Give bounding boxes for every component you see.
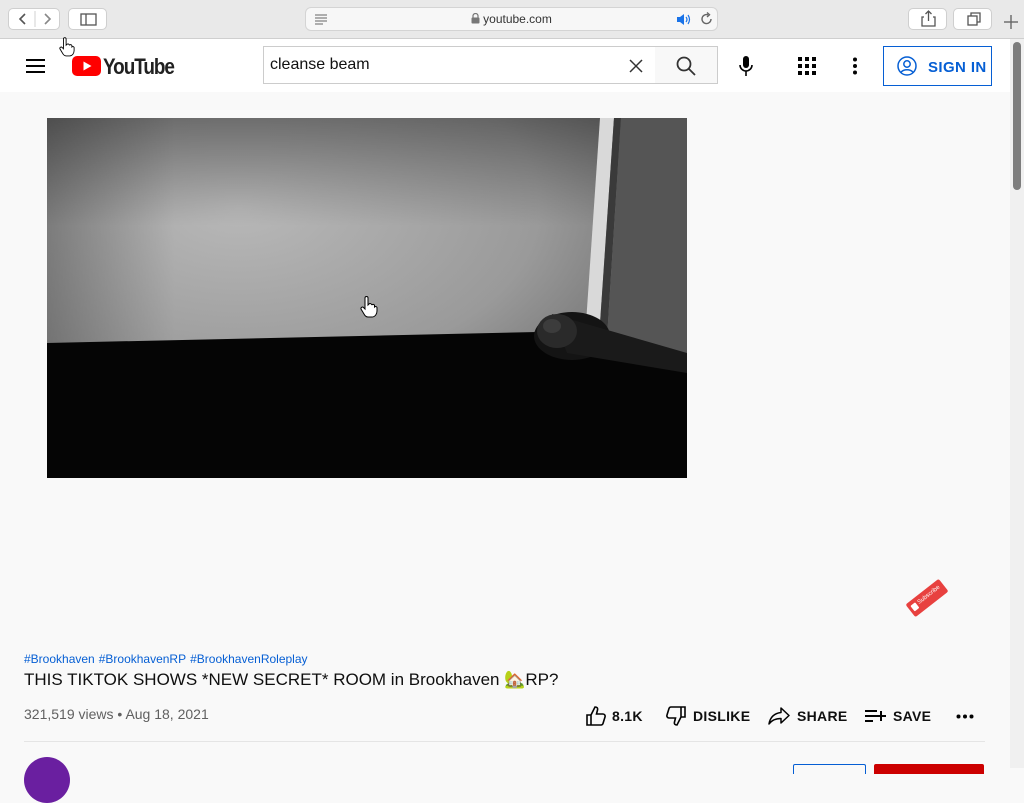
back-icon[interactable] — [18, 13, 26, 25]
join-button[interactable] — [793, 764, 866, 774]
subscribe-button[interactable] — [874, 764, 984, 774]
tabs-icon — [967, 12, 981, 26]
share-label: SHARE — [797, 708, 848, 724]
save-label: SAVE — [893, 708, 932, 724]
playlist-add-icon — [865, 710, 886, 722]
video-player[interactable] — [47, 118, 687, 478]
mouse-cursor-icon — [59, 37, 75, 57]
sidebar-icon — [80, 13, 97, 26]
video-stats: 321,519 views • Aug 18, 2021 — [24, 706, 209, 722]
reload-icon[interactable] — [700, 12, 713, 26]
youtube-header: YouTube SIGN IN — [0, 39, 1010, 92]
sign-in-button[interactable]: SIGN IN — [883, 46, 992, 86]
share-button[interactable]: SHARE — [768, 706, 848, 728]
dislike-label: DISLIKE — [693, 708, 751, 724]
thumbs-down-icon — [666, 706, 686, 726]
search-box — [263, 46, 656, 84]
like-count: 8.1K — [612, 708, 643, 724]
logo-text: YouTube — [103, 54, 175, 79]
address-bar[interactable]: youtube.com — [305, 7, 718, 31]
more-options-icon[interactable] — [852, 57, 858, 75]
view-count: 321,519 views — [24, 706, 114, 722]
watermark-label: Subscribe — [916, 584, 942, 606]
search-button[interactable] — [655, 46, 718, 84]
history-nav — [8, 8, 60, 30]
scrollbar-thumb[interactable] — [1013, 42, 1021, 190]
url-display: youtube.com — [306, 12, 717, 26]
thumbs-up-icon — [586, 706, 606, 726]
new-tab-icon[interactable] — [1001, 12, 1021, 32]
menu-icon[interactable] — [26, 58, 46, 74]
share-sheet-icon — [921, 10, 936, 27]
hashtag-link[interactable]: #Brookhaven — [24, 652, 95, 666]
channel-avatar[interactable] — [24, 757, 70, 803]
hashtag-link[interactable]: #BrookhavenRP — [99, 652, 186, 666]
speaker-icon[interactable] — [676, 13, 692, 26]
hand-cursor-icon — [360, 296, 378, 318]
upload-date: Aug 18, 2021 — [125, 706, 209, 722]
video-title: THIS TIKTOK SHOWS *NEW SECRET* ROOM in B… — [24, 670, 559, 689]
like-button[interactable]: 8.1K — [586, 706, 646, 728]
microphone-icon[interactable] — [738, 55, 754, 77]
search-icon — [676, 56, 696, 76]
hashtag-link[interactable]: #BrookhavenRoleplay — [190, 652, 307, 666]
search-input[interactable] — [270, 55, 610, 75]
clear-search-icon[interactable] — [629, 59, 643, 73]
apps-grid-icon[interactable] — [798, 57, 816, 75]
tabs-overview-button[interactable] — [953, 8, 992, 30]
url-text: youtube.com — [483, 12, 552, 26]
browser-toolbar: youtube.com — [0, 0, 1024, 39]
subscribe-watermark[interactable]: Subscribe — [905, 578, 949, 618]
lock-icon — [471, 12, 480, 24]
youtube-play-icon — [72, 56, 101, 76]
divider — [24, 741, 985, 742]
hashtag-list: #Brookhaven #BrookhavenRP #BrookhavenRolep… — [24, 652, 312, 666]
sign-in-label: SIGN IN — [928, 59, 987, 76]
share-page-button[interactable] — [908, 8, 947, 30]
account-icon — [897, 56, 917, 76]
sidebar-toggle-button[interactable] — [68, 8, 107, 30]
save-button[interactable]: SAVE — [865, 706, 935, 728]
forward-icon[interactable] — [44, 13, 52, 25]
more-actions-icon[interactable] — [956, 714, 974, 719]
share-icon — [768, 707, 790, 725]
dislike-button[interactable]: DISLIKE — [666, 706, 750, 728]
